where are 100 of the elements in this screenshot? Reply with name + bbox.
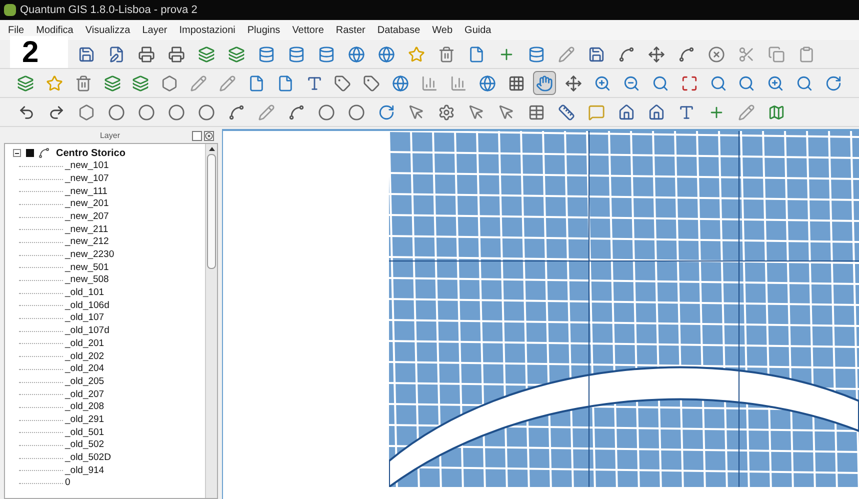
- bar-chart-icon: [450, 74, 467, 92]
- tree-item[interactable]: _old_101: [65, 286, 104, 300]
- globe-icon: [392, 74, 410, 92]
- tree-item[interactable]: _new_212: [65, 235, 109, 250]
- visibility-checkbox[interactable]: [25, 148, 34, 158]
- tree-item[interactable]: _new_111: [65, 184, 108, 199]
- pencil-icon: [558, 46, 574, 62]
- refresh-icon: [378, 104, 394, 120]
- search-icon: [738, 74, 756, 92]
- tree-item[interactable]: _old_208: [65, 400, 104, 415]
- map-canvas[interactable]: [222, 129, 859, 499]
- scrollbar[interactable]: [205, 144, 217, 498]
- print-icon: [168, 46, 184, 62]
- panel-title: Layer: [100, 130, 120, 142]
- undo-icon: [18, 104, 34, 120]
- node-icon: [618, 46, 634, 62]
- tree-item[interactable]: _old_502D: [65, 451, 111, 466]
- home-icon: [618, 104, 634, 120]
- pointer-icon: [408, 104, 424, 120]
- close-button[interactable]: [204, 131, 214, 141]
- ruler-icon: [558, 104, 574, 120]
- tree-item[interactable]: _old_201: [65, 336, 104, 352]
- maximize-icon: [680, 74, 698, 92]
- scroll-thumb[interactable]: [207, 154, 216, 269]
- tag-icon: [334, 74, 352, 92]
- menu-item[interactable]: File: [8, 22, 24, 38]
- menu-item[interactable]: Vettore: [292, 22, 324, 38]
- tree-item[interactable]: _new_501: [65, 260, 109, 275]
- map-icon: [768, 104, 784, 120]
- tree-item[interactable]: _new_2230: [65, 248, 114, 262]
- bar-chart-icon: [420, 74, 438, 92]
- tree-item[interactable]: _new_107: [65, 172, 109, 186]
- tree-item[interactable]: _new_508: [65, 273, 109, 288]
- circle-icon: [198, 104, 214, 120]
- database-icon: [258, 46, 274, 62]
- database-icon: [318, 46, 334, 62]
- tree-item[interactable]: _old_501: [65, 426, 104, 440]
- save-icon: [78, 46, 94, 62]
- layers-icon: [104, 74, 120, 92]
- tree-item[interactable]: _old_502: [65, 438, 104, 453]
- hand-icon: [536, 74, 554, 92]
- tree-item[interactable]: _old_107d: [65, 324, 110, 338]
- float-button[interactable]: [192, 131, 202, 141]
- star-icon: [408, 46, 424, 62]
- circle-icon: [168, 104, 184, 120]
- tag-icon: [363, 74, 380, 92]
- app-icon: [4, 4, 16, 16]
- node-icon: [288, 104, 304, 120]
- tree-item[interactable]: _old_204: [65, 362, 104, 376]
- menu-item[interactable]: Raster: [336, 22, 366, 38]
- menu-item[interactable]: Layer: [142, 22, 168, 38]
- expand-toggle[interactable]: [13, 149, 21, 157]
- group-name[interactable]: Centro Storico: [56, 146, 126, 160]
- pencil-icon: [258, 104, 274, 120]
- toolbar-button[interactable]: [533, 71, 556, 95]
- layers-icon: [198, 46, 214, 62]
- pointer-icon: [498, 104, 514, 120]
- tree-item[interactable]: 0: [65, 476, 70, 491]
- menu-item[interactable]: Database: [377, 22, 420, 38]
- menu-item[interactable]: Guida: [464, 22, 492, 38]
- menu-item[interactable]: Impostazioni: [179, 22, 236, 38]
- tree-item[interactable]: _old_207: [65, 388, 104, 402]
- tree-item[interactable]: _new_101: [65, 159, 109, 174]
- node-icon: [678, 46, 694, 62]
- tree-item[interactable]: _new_207: [65, 210, 109, 224]
- file-icon: [248, 74, 265, 92]
- tree-item[interactable]: _old_107: [65, 311, 104, 326]
- globe-icon: [348, 46, 364, 62]
- menu-item[interactable]: Plugins: [247, 22, 280, 38]
- home-icon: [648, 104, 664, 120]
- search-icon: [652, 74, 669, 92]
- globe-icon: [378, 46, 394, 62]
- close-icon: [205, 132, 213, 140]
- tree-item[interactable]: _old_291: [65, 412, 104, 428]
- circle-icon: [108, 104, 124, 120]
- star-icon: [46, 74, 63, 92]
- close-icon: [708, 46, 724, 62]
- tree-item[interactable]: _new_211: [65, 222, 108, 237]
- tree-item[interactable]: _new_201: [65, 197, 109, 212]
- file-icon: [468, 46, 484, 62]
- search-icon: [796, 74, 814, 92]
- tree-item[interactable]: _old_106d: [65, 298, 110, 314]
- pencil-icon: [218, 74, 236, 92]
- text-icon: [678, 104, 694, 120]
- menu-item[interactable]: Web: [432, 22, 453, 38]
- print-icon: [138, 46, 154, 62]
- circle-icon: [318, 104, 334, 120]
- layers-icon: [132, 74, 150, 92]
- tree-item[interactable]: _old_202: [65, 350, 104, 364]
- tree-item[interactable]: _old_914: [65, 464, 104, 478]
- tree-item[interactable]: _old_205: [65, 374, 104, 390]
- copy-icon: [768, 46, 784, 62]
- menu-item[interactable]: Modifica: [36, 22, 74, 38]
- layers-icon: [228, 46, 244, 62]
- layers-icon: [16, 74, 34, 92]
- window-title: Quantum GIS 1.8.0-Lisboa - prova 2: [20, 2, 198, 18]
- trash-icon: [74, 74, 92, 92]
- hexagon-icon: [161, 74, 178, 92]
- pencil-icon: [190, 74, 208, 92]
- menu-item[interactable]: Visualizza: [85, 22, 130, 38]
